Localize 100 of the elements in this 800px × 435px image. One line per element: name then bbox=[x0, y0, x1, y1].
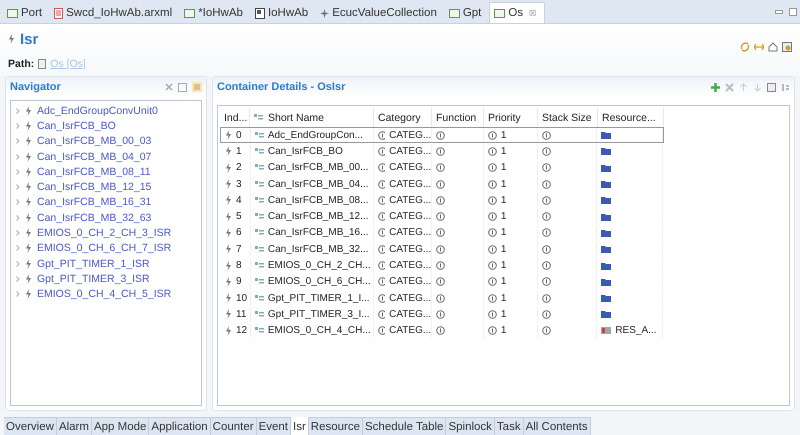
table-row[interactable]: 6 Can_IsrFCB_MB_16... CATEG... 1 bbox=[220, 224, 664, 242]
table-row[interactable]: 4 Can_IsrFCB_MB_08... CATEG... 1 bbox=[220, 192, 664, 208]
page-tab[interactable]: Isr bbox=[291, 417, 309, 435]
page-tab[interactable]: Overview bbox=[4, 417, 57, 435]
table-icon[interactable] bbox=[767, 82, 776, 92]
page-tab[interactable]: App Mode bbox=[92, 417, 150, 435]
integer-icon bbox=[488, 310, 497, 319]
column-header[interactable]: Stack Size bbox=[538, 108, 598, 127]
lightning-icon bbox=[225, 326, 232, 336]
element-icon bbox=[254, 164, 264, 172]
lightning-icon bbox=[25, 228, 32, 238]
table-row[interactable]: 10 Gpt_PIT_TIMER_1_I... CATEG... 1 bbox=[220, 290, 664, 306]
integer-icon bbox=[488, 261, 497, 270]
table-row[interactable]: 7 Can_IsrFCB_MB_32... CATEG... 1 bbox=[220, 241, 664, 258]
lightning-icon bbox=[25, 197, 32, 208]
page-tab[interactable]: Counter bbox=[210, 417, 257, 435]
page-tab[interactable]: Resource bbox=[308, 417, 364, 435]
delete-icon[interactable] bbox=[725, 82, 734, 92]
column-header[interactable]: Resource... bbox=[598, 108, 664, 127]
column-header[interactable]: Function bbox=[432, 108, 484, 127]
table-row[interactable]: 0 Adc_EndGroupCon... CATEG... 1 bbox=[220, 127, 664, 144]
folder-icon bbox=[601, 164, 612, 172]
tree-item[interactable]: EMIOS_0_CH_4_CH_5_ISR bbox=[11, 286, 201, 302]
folder-icon bbox=[601, 310, 612, 318]
tree-item[interactable]: Can_IsrFCB_MB_16_31 bbox=[11, 194, 201, 210]
function-icon bbox=[436, 163, 446, 172]
tree-item[interactable]: Can_IsrFCB_MB_32_63 bbox=[11, 210, 201, 226]
function-icon bbox=[436, 146, 446, 156]
function-icon bbox=[436, 196, 446, 205]
editor-tab[interactable]: Swcd_IoHwAb.arxml bbox=[50, 3, 180, 23]
editor-tab[interactable]: Os ☒ bbox=[489, 2, 546, 23]
editor-tab[interactable]: Port bbox=[3, 3, 50, 23]
editor-tab[interactable]: Gpt bbox=[444, 3, 490, 23]
tree-item[interactable]: Can_IsrFCB_MB_08_11 bbox=[11, 164, 201, 180]
page-tab[interactable]: Schedule Table bbox=[363, 417, 446, 435]
lightning-icon bbox=[225, 130, 232, 140]
link-icon[interactable] bbox=[754, 42, 764, 52]
table-row[interactable]: 5 Can_IsrFCB_MB_12... CATEG... 1 bbox=[220, 208, 664, 225]
page-tab[interactable]: Task bbox=[494, 417, 524, 435]
module-icon bbox=[184, 8, 196, 18]
table-cell: 1 bbox=[236, 146, 242, 157]
tree-item[interactable]: Gpt_PIT_TIMER_1_ISR bbox=[11, 256, 201, 272]
integer-icon bbox=[488, 277, 497, 286]
element-icon bbox=[254, 132, 264, 139]
table-row[interactable]: 12 EMIOS_0_CH_4_CH... CATEG... 1 RES_A... bbox=[220, 322, 664, 339]
page-tab[interactable]: Alarm bbox=[56, 417, 92, 435]
lightning-icon bbox=[225, 228, 232, 238]
close-icon[interactable] bbox=[165, 83, 173, 91]
up-arrow-icon[interactable] bbox=[739, 82, 748, 92]
tree-item[interactable]: Adc_EndGroupConvUnit0 bbox=[11, 103, 201, 118]
maximize-icon[interactable] bbox=[789, 8, 797, 16]
function-icon bbox=[436, 130, 446, 140]
table-row[interactable]: 8 EMIOS_0_CH_2_CH... CATEG... 1 bbox=[220, 257, 664, 274]
down-arrow-icon[interactable] bbox=[753, 82, 762, 92]
table-row[interactable]: 1 Can_IsrFCB_BO CATEG... 1 bbox=[220, 143, 664, 160]
tree-item[interactable]: Can_IsrFCB_MB_12_15 bbox=[11, 179, 201, 195]
integer-icon bbox=[542, 212, 551, 222]
table-cell: CATEG... bbox=[389, 178, 432, 190]
table-cell: 11 bbox=[236, 308, 246, 320]
integer-icon bbox=[488, 180, 497, 189]
editor-tab[interactable]: EcucValueCollection bbox=[316, 3, 445, 23]
page-tab[interactable]: Event bbox=[256, 417, 292, 435]
page-title: Isr bbox=[20, 30, 38, 48]
table-row[interactable]: 9 EMIOS_0_CH_6_CH... CATEG... 1 bbox=[220, 274, 664, 290]
table-row[interactable]: 3 Can_IsrFCB_MB_04... CATEG... 1 bbox=[220, 176, 664, 192]
sort-icon[interactable] bbox=[781, 82, 790, 92]
page-tab[interactable]: Application bbox=[149, 417, 211, 435]
add-icon[interactable] bbox=[711, 82, 720, 92]
lightning-icon bbox=[225, 309, 232, 320]
tree-item[interactable]: Can_IsrFCB_MB_04_07 bbox=[11, 148, 201, 164]
table-cell: CATEG... bbox=[389, 292, 432, 304]
editor-tab[interactable]: *IoHwAb bbox=[180, 3, 251, 23]
tree-item[interactable]: Can_IsrFCB_MB_00_03 bbox=[11, 134, 201, 149]
table-cell: 1 bbox=[500, 162, 506, 174]
column-header[interactable]: Short Name bbox=[250, 108, 374, 127]
table-cell: 2 bbox=[236, 162, 242, 174]
sync-icon[interactable] bbox=[740, 42, 750, 52]
element-icon bbox=[254, 246, 264, 253]
editor-tab[interactable]: IoHwAb bbox=[250, 3, 316, 23]
tree-item[interactable]: EMIOS_0_CH_2_CH_3_ISR bbox=[11, 225, 201, 241]
tree-item[interactable]: EMIOS_0_CH_6_CH_7_ISR bbox=[11, 240, 201, 256]
table-row[interactable]: 2 Can_IsrFCB_MB_00... CATEG... 1 bbox=[220, 160, 664, 176]
tree-item[interactable]: Gpt_PIT_TIMER_3_ISR bbox=[11, 271, 201, 287]
table-cell: Can_IsrFCB_MB_00... bbox=[268, 162, 368, 174]
column-header[interactable]: Category bbox=[374, 108, 432, 127]
column-header[interactable]: Priority bbox=[484, 108, 538, 127]
tree-item[interactable]: Can_IsrFCB_BO bbox=[11, 118, 201, 134]
close-button[interactable]: ☒ bbox=[529, 8, 536, 18]
table-cell: 1 bbox=[500, 130, 506, 141]
page-tab[interactable]: Spinlock bbox=[446, 417, 495, 435]
table-cell: 5 bbox=[236, 211, 242, 222]
table-row[interactable]: 11 Gpt_PIT_TIMER_3_I... CATEG... 1 bbox=[220, 306, 664, 323]
column-header[interactable]: Ind... bbox=[220, 108, 250, 127]
home-icon[interactable] bbox=[768, 42, 778, 52]
enum-icon bbox=[378, 180, 386, 189]
menu-icon[interactable] bbox=[192, 82, 202, 92]
page-tab[interactable]: All Contents bbox=[524, 417, 591, 435]
lightning-icon bbox=[225, 293, 232, 304]
minimize-icon[interactable] bbox=[775, 8, 783, 14]
table-cell: 7 bbox=[236, 244, 242, 255]
